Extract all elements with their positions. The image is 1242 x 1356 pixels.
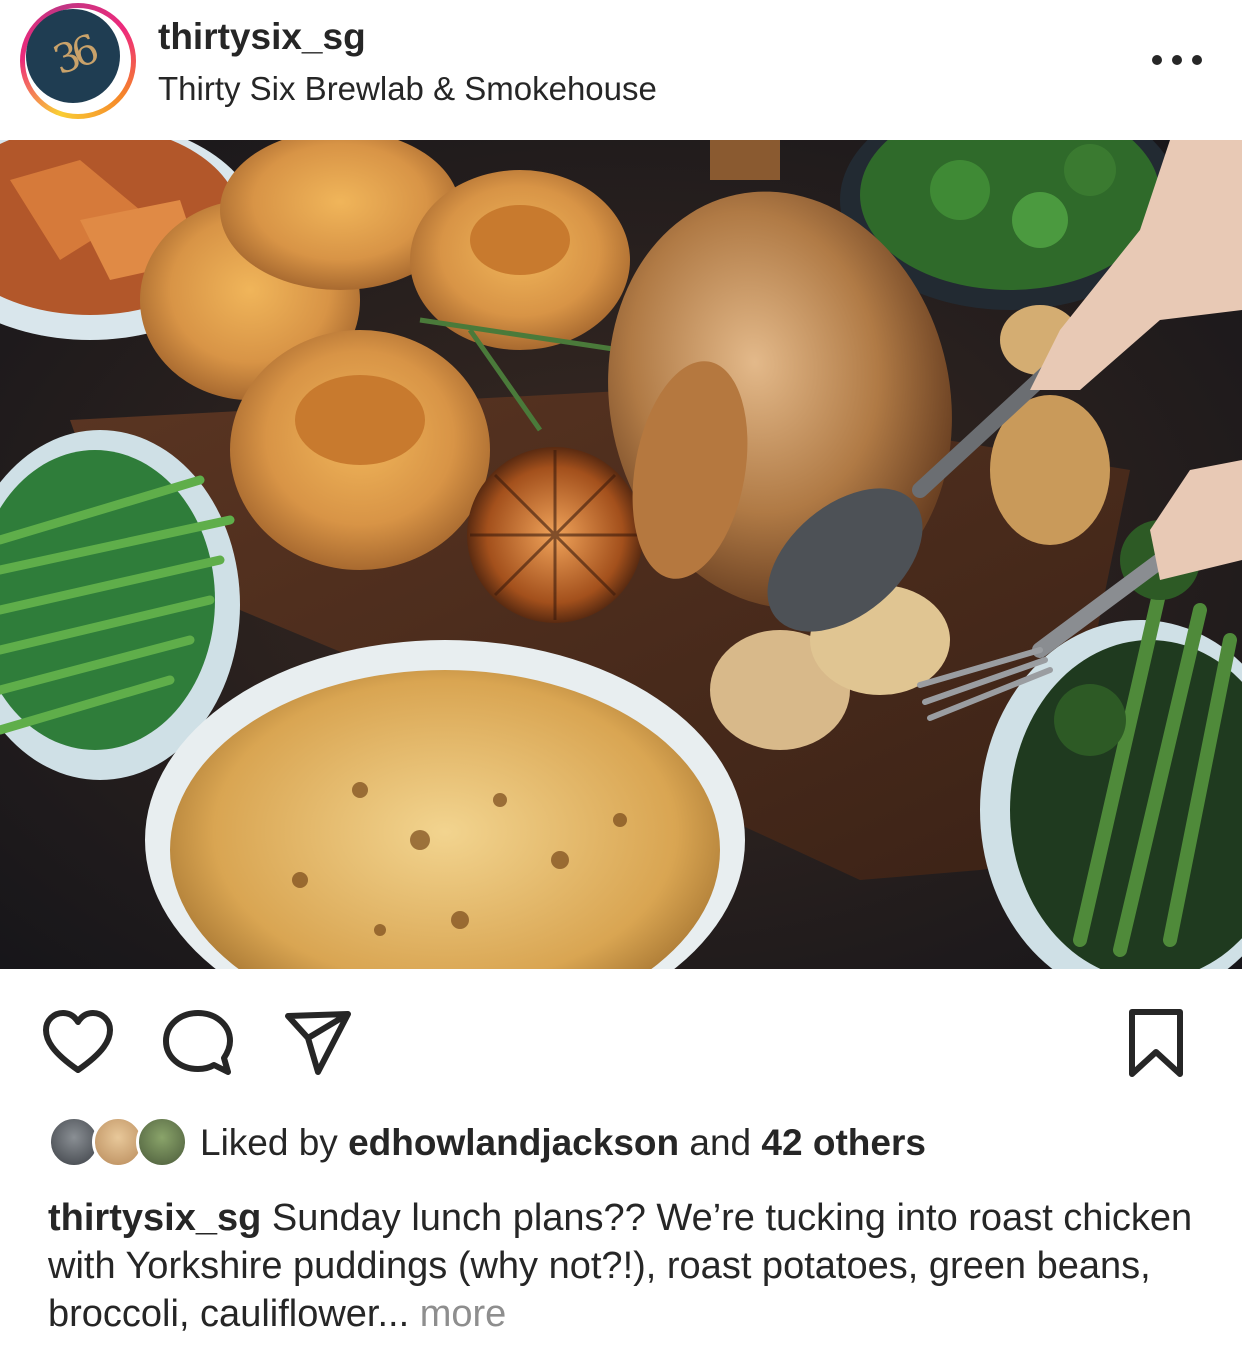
caption-more-link[interactable]: more	[420, 1293, 507, 1335]
post-location[interactable]: Thirty Six Brewlab & Smokehouse	[158, 70, 657, 108]
likes-prefix: Liked by	[200, 1122, 338, 1163]
avatar-logo: 36	[46, 27, 100, 85]
action-bar	[0, 1000, 1242, 1080]
bookmark-icon[interactable]	[1120, 1008, 1192, 1080]
food-photo	[0, 140, 1242, 969]
liker-username-link[interactable]: edhowlandjackson	[348, 1122, 679, 1163]
comment-bubble-icon[interactable]	[162, 1008, 234, 1080]
post-header: 36 thirtysix_sg Thirty Six Brewlab & Smo…	[0, 0, 1242, 140]
likes-middle: and	[689, 1122, 752, 1163]
ellipsis-icon[interactable]	[1152, 50, 1202, 70]
story-ring-avatar[interactable]: 36	[20, 3, 136, 119]
paper-plane-icon[interactable]	[282, 1008, 354, 1080]
likes-others-link[interactable]: 42 others	[761, 1122, 926, 1163]
liker-avatar[interactable]	[136, 1116, 188, 1168]
post-image[interactable]	[0, 140, 1242, 969]
likes-summary: Liked by edhowlandjackson and 42 others	[200, 1122, 926, 1164]
post-caption: thirtysix_sg Sunday lunch plans?? We’re …	[48, 1194, 1218, 1338]
avatar[interactable]: 36	[26, 9, 120, 103]
heart-icon[interactable]	[42, 1008, 114, 1080]
post-username[interactable]: thirtysix_sg	[158, 16, 366, 58]
caption-username[interactable]: thirtysix_sg	[48, 1197, 261, 1239]
